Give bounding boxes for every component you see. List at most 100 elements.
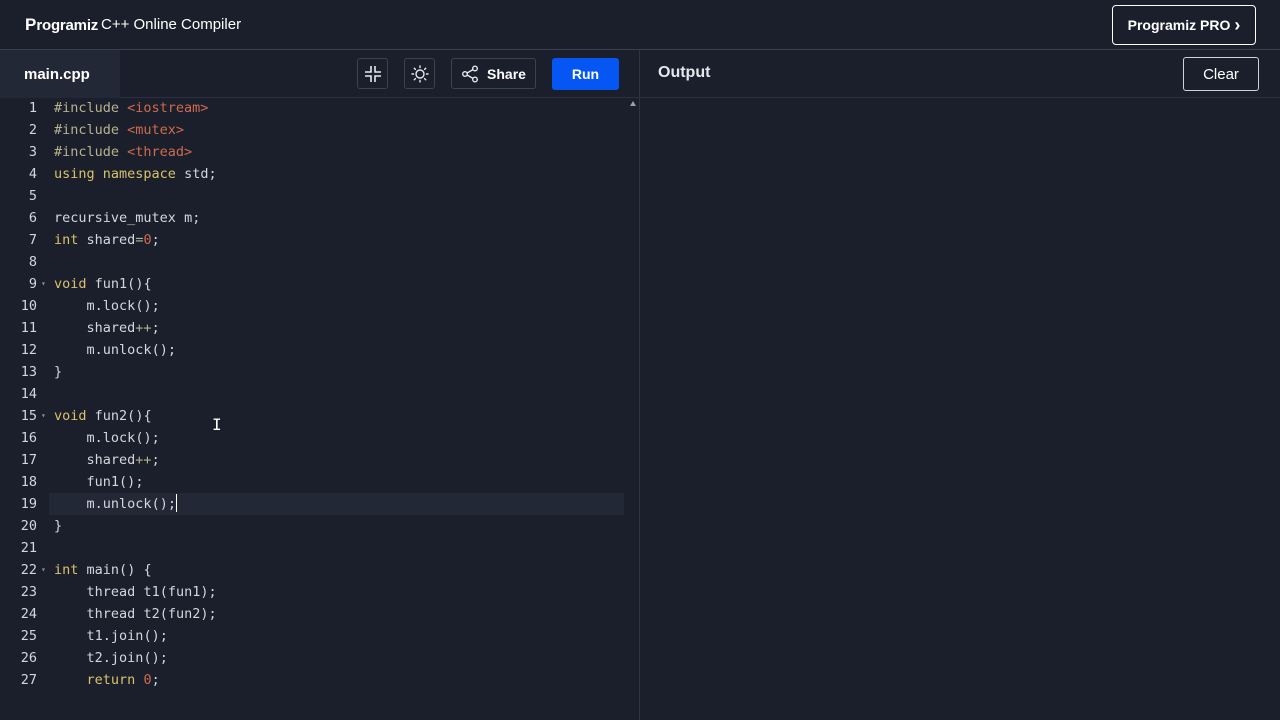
line-number: 8 — [28, 254, 37, 270]
fold-arrow-icon[interactable]: ▾ — [41, 559, 46, 581]
line-number: 6 — [28, 210, 37, 226]
code-line[interactable]: 7 int shared=0; — [0, 229, 625, 251]
line-number: 1 — [28, 100, 37, 116]
code-text: int main() { — [54, 562, 152, 578]
code-text: m.unlock(); — [86, 342, 176, 358]
code-line[interactable]: 10 m.lock(); — [0, 295, 625, 317]
fold-arrow-icon[interactable]: ▾ — [41, 405, 46, 427]
code-line[interactable]: 9 ▾ void fun1(){ — [0, 273, 625, 295]
top-bar: P rogramiz C++ Online Compiler Programiz… — [0, 0, 1280, 50]
run-button[interactable]: Run — [552, 58, 619, 90]
code-line[interactable]: 27 return 0; — [0, 669, 625, 691]
programiz-pro-button[interactable]: Programiz PRO › — [1112, 5, 1256, 45]
collapse-icon — [364, 65, 381, 82]
share-button[interactable]: Share — [451, 58, 536, 89]
output-header: Output Clear — [640, 50, 1280, 98]
text-cursor-icon: I — [212, 415, 222, 434]
code-line[interactable]: 23 thread t1(fun1); — [0, 581, 625, 603]
code-text: thread t1(fun1); — [86, 584, 217, 600]
code-line[interactable]: 13} — [0, 361, 625, 383]
line-number: 9 — [28, 276, 37, 292]
clear-button[interactable]: Clear — [1183, 57, 1259, 91]
code-line[interactable]: 26 t2.join(); — [0, 647, 625, 669]
output-panel[interactable] — [640, 98, 1280, 720]
line-number: 16 — [20, 430, 37, 446]
line-number: 14 — [20, 386, 37, 402]
code-text: shared++; — [86, 452, 160, 468]
code-text: recursive_mutex m; — [54, 210, 201, 226]
line-number: 13 — [20, 364, 37, 380]
code-line[interactable]: 8 — [0, 251, 625, 273]
code-line[interactable]: 1 #include <iostream> — [0, 98, 625, 119]
code-line[interactable]: 25 t1.join(); — [0, 625, 625, 647]
code-editor[interactable]: 1 #include <iostream> 2 #include <mutex> 3 #i… — [0, 98, 639, 720]
code-line[interactable]: 19 m.unlock(); — [0, 493, 625, 515]
scroll-up-icon[interactable] — [630, 101, 636, 106]
line-number: 21 — [20, 540, 37, 556]
code-text: #include <iostream> — [54, 100, 209, 116]
share-label: Share — [487, 65, 526, 82]
line-number: 25 — [20, 628, 37, 644]
line-number: 26 — [20, 650, 37, 666]
code-text: void fun1(){ — [54, 276, 152, 292]
programiz-logo[interactable]: P rogramiz — [25, 13, 98, 37]
line-number: 17 — [20, 452, 37, 468]
caret — [176, 494, 177, 512]
theme-toggle-button[interactable] — [404, 58, 435, 89]
code-text: m.unlock(); — [86, 494, 177, 512]
file-tab-main-cpp[interactable]: main.cpp — [0, 50, 120, 98]
line-number: 4 — [28, 166, 37, 182]
line-number: 10 — [20, 298, 37, 314]
code-line[interactable]: 17 shared++; — [0, 449, 625, 471]
code-line[interactable]: 4 using namespace std; — [0, 163, 625, 185]
fold-arrow-icon[interactable]: ▾ — [41, 273, 46, 295]
code-line[interactable]: 15 ▾ void fun2(){ — [0, 405, 625, 427]
line-number: 2 — [28, 122, 37, 138]
code-line[interactable]: 5 — [0, 185, 625, 207]
code-line[interactable]: 14 — [0, 383, 625, 405]
code-line[interactable]: 2 #include <mutex> — [0, 119, 625, 141]
logo-mark: P — [25, 15, 37, 34]
code-text: using namespace std; — [54, 166, 217, 182]
line-number: 20 — [20, 518, 37, 534]
code-text: } — [54, 518, 63, 534]
code-line[interactable]: 11 shared++; — [0, 317, 625, 339]
code-text: return 0; — [86, 672, 160, 688]
app-title: C++ Online Compiler — [101, 16, 242, 33]
line-number: 15 — [20, 408, 37, 424]
code-line[interactable]: 24 thread t2(fun2); — [0, 603, 625, 625]
code-line[interactable]: 3 #include <thread> — [0, 141, 625, 163]
line-number: 24 — [20, 606, 37, 622]
code-text: m.lock(); — [86, 298, 160, 314]
code-line[interactable]: 6 recursive_mutex m; — [0, 207, 625, 229]
code-line[interactable]: 20} — [0, 515, 625, 537]
line-number: 18 — [20, 474, 37, 490]
code-text: } — [54, 364, 63, 380]
line-number: 7 — [28, 232, 37, 248]
code-line[interactable]: 16 m.lock(); — [0, 427, 625, 449]
logo-text: rogramiz — [36, 16, 99, 34]
output-title: Output — [658, 64, 711, 81]
line-number: 22 — [20, 562, 37, 578]
code-text: int shared=0; — [54, 232, 160, 248]
line-number: 12 — [20, 342, 37, 358]
code-text: #include <thread> — [54, 144, 193, 160]
editor-toolbar: main.cpp Share Run — [0, 50, 639, 98]
line-number: 11 — [20, 320, 37, 336]
code-line[interactable]: 21 — [0, 537, 625, 559]
code-text: fun1(); — [86, 474, 144, 490]
line-number: 23 — [20, 584, 37, 600]
code-text: m.lock(); — [86, 430, 160, 446]
code-text: t2.join(); — [86, 650, 168, 666]
line-number: 27 — [20, 672, 37, 688]
minimize-button[interactable] — [357, 58, 388, 89]
sun-icon — [410, 64, 429, 83]
code-line[interactable]: 12 m.unlock(); — [0, 339, 625, 361]
code-line[interactable]: 22 ▾ int main() { — [0, 559, 625, 581]
pro-button-label: Programiz PRO — [1127, 17, 1231, 33]
code-text: t1.join(); — [86, 628, 168, 644]
code-line[interactable]: 18 fun1(); — [0, 471, 625, 493]
line-number: 5 — [28, 188, 37, 204]
line-number: 19 — [20, 496, 37, 512]
line-number: 3 — [28, 144, 37, 160]
